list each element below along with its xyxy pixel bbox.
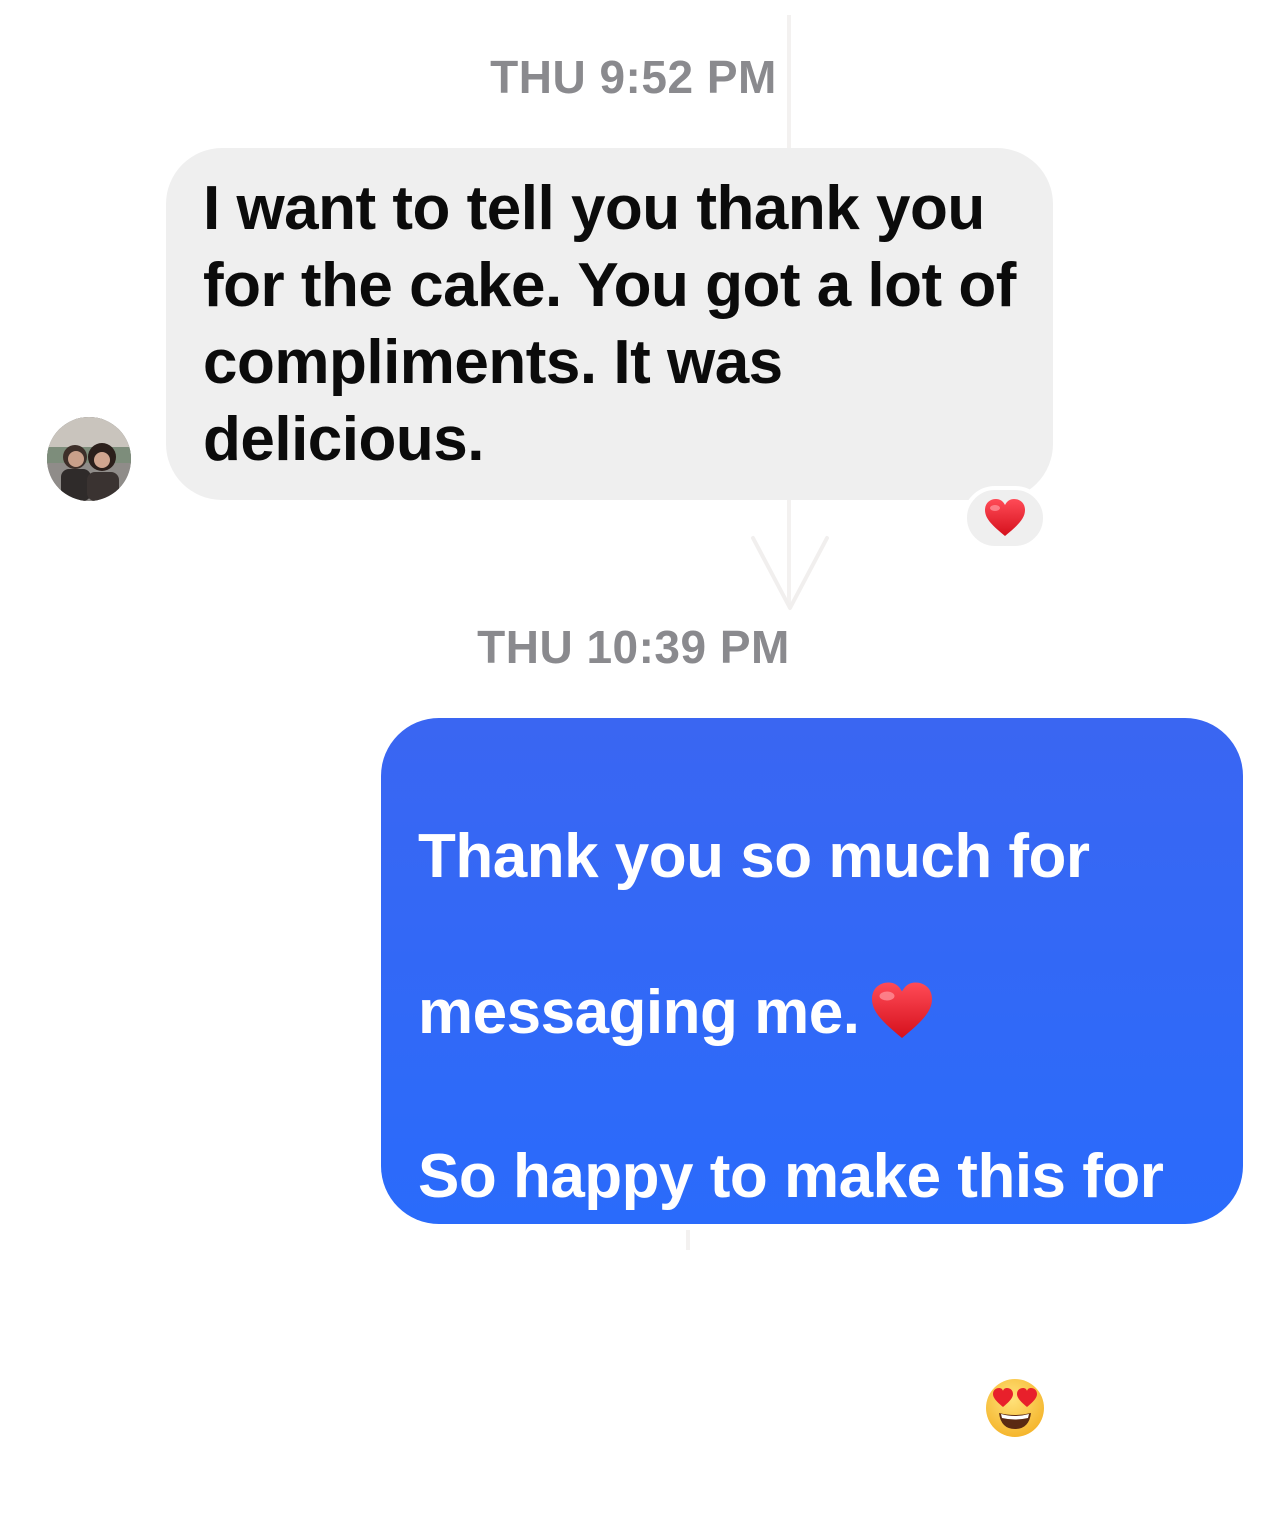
heart-emoji-icon xyxy=(869,981,935,1060)
avatar[interactable] xyxy=(47,417,131,501)
message-line: Thank you so much for xyxy=(418,822,1090,891)
timestamp: THU 9:52 PM xyxy=(490,51,777,103)
message-line-text: messaging me. xyxy=(418,978,860,1047)
overlay-line-end-icon xyxy=(686,1230,690,1250)
heart-eyes-emoji-icon xyxy=(984,1377,1046,1458)
avatar-photo-icon xyxy=(47,417,131,501)
timestamp: THU 10:39 PM xyxy=(477,621,790,673)
message-line: messaging me. xyxy=(418,974,1223,1060)
overlay-arrow-icon xyxy=(751,536,829,610)
message-reaction[interactable] xyxy=(963,486,1047,550)
heart-icon xyxy=(985,499,1025,536)
incoming-message-bubble[interactable]: I want to tell you thank you for the cak… xyxy=(166,148,1053,500)
outgoing-message-bubble[interactable]: Thank you so much for messaging me. So h… xyxy=(381,718,1243,1445)
message-line-text: So happy to make this for you. I told Jo… xyxy=(418,1142,1206,1445)
message-lines: So happy to make this for you. I told Jo… xyxy=(418,1138,1223,1458)
